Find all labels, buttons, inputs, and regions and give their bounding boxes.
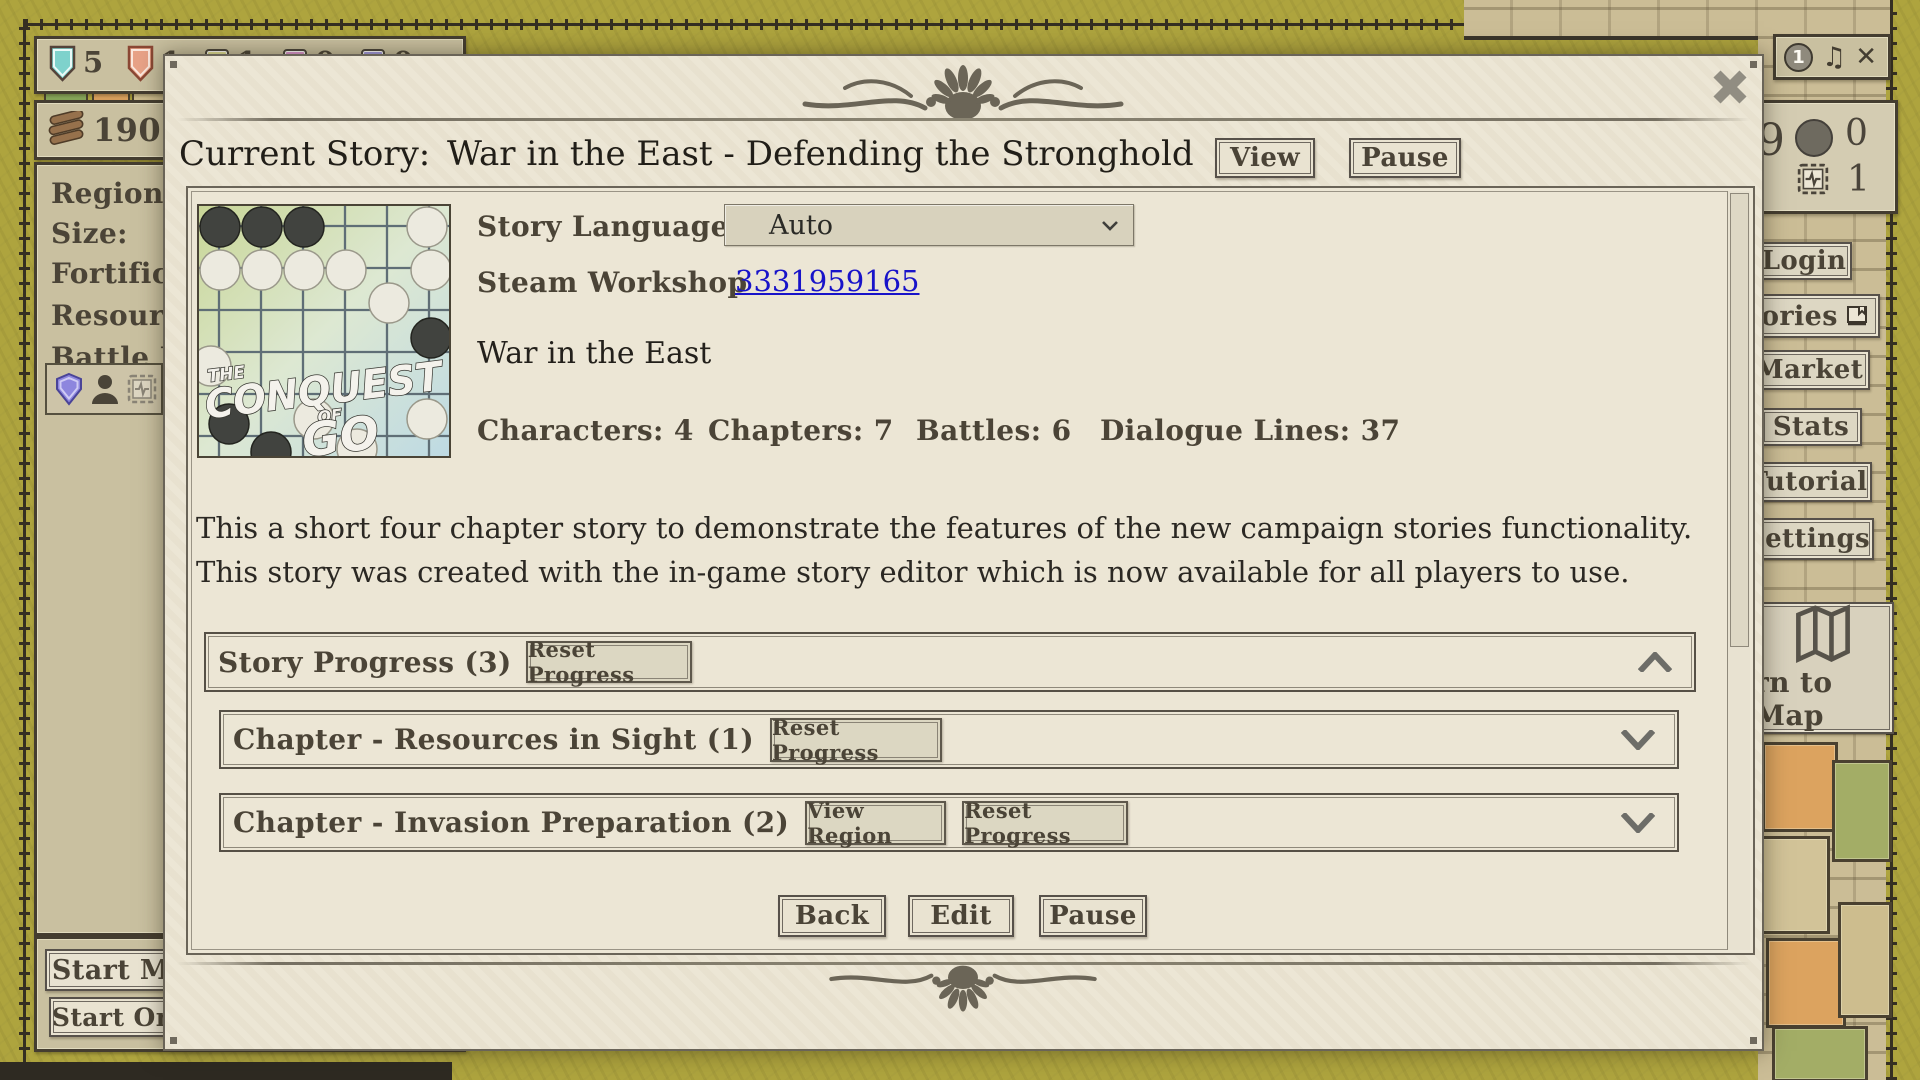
- map-border-left: [19, 19, 30, 1080]
- corner-mark: [170, 1037, 177, 1044]
- sidebar-stats-button[interactable]: Stats: [1760, 408, 1862, 446]
- chevron-down-icon[interactable]: [1621, 813, 1655, 833]
- chapter-1-title: Chapter - Resources in Sight (1): [233, 723, 754, 756]
- wood-logs-icon: [47, 111, 87, 145]
- stat-dialogue-lines: Dialogue Lines: 37: [1100, 414, 1400, 447]
- scrollbar-thumb[interactable]: [1730, 193, 1749, 647]
- scrollbar-track[interactable]: [1727, 191, 1750, 950]
- game-screen: 5 1 1 0 0 1906 W Region: Size: 1 Fortifi…: [0, 0, 1920, 1080]
- chapter-invasion-preparation-row[interactable]: Chapter - Invasion Preparation (2) View …: [219, 793, 1679, 852]
- chevron-down-icon: [1101, 220, 1119, 231]
- tutorial-label: Tutorial: [1749, 467, 1868, 497]
- market-label: Market: [1755, 355, 1863, 385]
- shield-teal-icon: [49, 45, 76, 82]
- stat-characters: Characters: 4: [477, 414, 694, 447]
- story-description: This a short four chapter story to demon…: [196, 506, 1706, 594]
- pause-label: Pause: [1361, 143, 1449, 173]
- reset-progress-button[interactable]: Reset Progress: [526, 641, 692, 683]
- language-selected-value: Auto: [725, 210, 833, 241]
- sidebar-login-button[interactable]: Login: [1756, 242, 1852, 280]
- story-language-dropdown[interactable]: Auto: [724, 204, 1134, 246]
- current-story-dialog: Current Story: War in the East - Defendi…: [163, 54, 1764, 1051]
- login-label: Login: [1762, 246, 1847, 276]
- view-region-button[interactable]: View Region: [805, 801, 946, 845]
- stone-count: 0: [1845, 113, 1868, 154]
- chapter-2-reset-label: Reset Progress: [964, 798, 1126, 848]
- music-panel: 1 ♫ ✕: [1773, 34, 1891, 80]
- back-label: Back: [795, 901, 869, 931]
- story-content-panel: THE CONQUEST OF GO Story Language Auto S…: [186, 186, 1755, 955]
- patch-field: [1766, 938, 1846, 1028]
- story-progress-header[interactable]: Story Progress (3) Reset Progress: [204, 632, 1696, 692]
- pause-bottom-label: Pause: [1049, 901, 1137, 931]
- description-line-1: This a short four chapter story to demon…: [196, 506, 1706, 550]
- workshop-id-link[interactable]: 3331959165: [735, 264, 920, 298]
- stat-chapters: Chapters: 7: [708, 414, 894, 447]
- steam-workshop-label: Steam Workshop: [477, 266, 747, 299]
- back-button[interactable]: Back: [778, 895, 886, 937]
- bottom-dark-band: [0, 1062, 452, 1080]
- stat-battles: Battles: 6: [916, 414, 1071, 447]
- header-rule: [177, 118, 1750, 121]
- dialog-title: War in the East - Defending the Strongho…: [447, 134, 1194, 174]
- corner-mark: [1750, 61, 1757, 68]
- flourish-ornament-top: [793, 62, 1133, 122]
- chip-icon[interactable]: [127, 374, 157, 404]
- stats-label: Stats: [1773, 412, 1849, 442]
- flourish-ornament-bottom: [793, 964, 1133, 1014]
- edit-button[interactable]: Edit: [908, 895, 1014, 937]
- person-icon[interactable]: [91, 374, 119, 404]
- return-map-label: rn to Map: [1754, 666, 1892, 732]
- pause-button-bottom[interactable]: Pause: [1039, 895, 1147, 937]
- chapter-2-title: Chapter - Invasion Preparation (2): [233, 806, 789, 839]
- dialog-title-label: Current Story:: [179, 134, 430, 174]
- mute-close-icon[interactable]: ✕: [1855, 42, 1877, 72]
- map-border-top: [25, 19, 1465, 30]
- reset-progress-label: Reset Progress: [528, 637, 690, 687]
- logo-go: GO: [299, 405, 382, 456]
- chapter-2-reset-button[interactable]: Reset Progress: [962, 801, 1128, 845]
- chevron-up-icon[interactable]: [1638, 652, 1672, 672]
- settings-label: Settings: [1746, 524, 1870, 554]
- resources-label: Resourc: [51, 299, 181, 332]
- ai-chip-icon: [1797, 163, 1829, 195]
- corner-mark: [1750, 1037, 1757, 1044]
- patch-field: [1832, 760, 1892, 862]
- story-language-label: Story Language: [477, 210, 729, 243]
- view-region-label: View Region: [807, 798, 944, 848]
- chevron-down-icon[interactable]: [1621, 730, 1655, 750]
- ai-count: 1: [1847, 159, 1870, 200]
- patch-field: [1772, 1026, 1868, 1080]
- view-button[interactable]: View: [1215, 138, 1315, 178]
- region-icon-row: [45, 363, 163, 415]
- corner-mark: [170, 61, 177, 68]
- conquest-of-go-cover: THE CONQUEST OF GO: [199, 206, 449, 456]
- shield-orange-icon: [127, 45, 154, 82]
- patch-field: [1838, 902, 1892, 1018]
- sidebar-market-button[interactable]: Market: [1748, 350, 1870, 390]
- patch-field: [1760, 836, 1830, 934]
- map-icon: [1787, 604, 1859, 664]
- chapter-resources-in-sight-row[interactable]: Chapter - Resources in Sight (1) Reset P…: [219, 710, 1679, 769]
- story-name: War in the East: [477, 336, 711, 371]
- chapter-1-reset-label: Reset Progress: [772, 715, 940, 765]
- description-line-2: This story was created with the in-game …: [196, 550, 1706, 594]
- score-panel: 9 0 1: [1752, 100, 1898, 214]
- return-to-map-button[interactable]: rn to Map: [1752, 602, 1894, 734]
- patch-field: [1762, 742, 1838, 832]
- close-icon[interactable]: [1709, 66, 1751, 108]
- shield-purple-icon[interactable]: [55, 372, 83, 406]
- book-icon: [1846, 305, 1870, 327]
- region-label: Region:: [51, 177, 174, 210]
- view-label: View: [1230, 143, 1300, 173]
- chapter-1-reset-button[interactable]: Reset Progress: [770, 718, 942, 762]
- music-toggle-icon[interactable]: ♫: [1822, 42, 1846, 73]
- pause-button-top[interactable]: Pause: [1349, 138, 1461, 178]
- resource-value: 5: [83, 45, 104, 79]
- story-thumbnail: THE CONQUEST OF GO: [197, 204, 451, 458]
- story-progress-label: Story Progress (3): [218, 646, 512, 679]
- stone-icon: [1795, 119, 1833, 157]
- turn-counter-badge: 1: [1784, 43, 1813, 72]
- edit-label: Edit: [930, 901, 991, 931]
